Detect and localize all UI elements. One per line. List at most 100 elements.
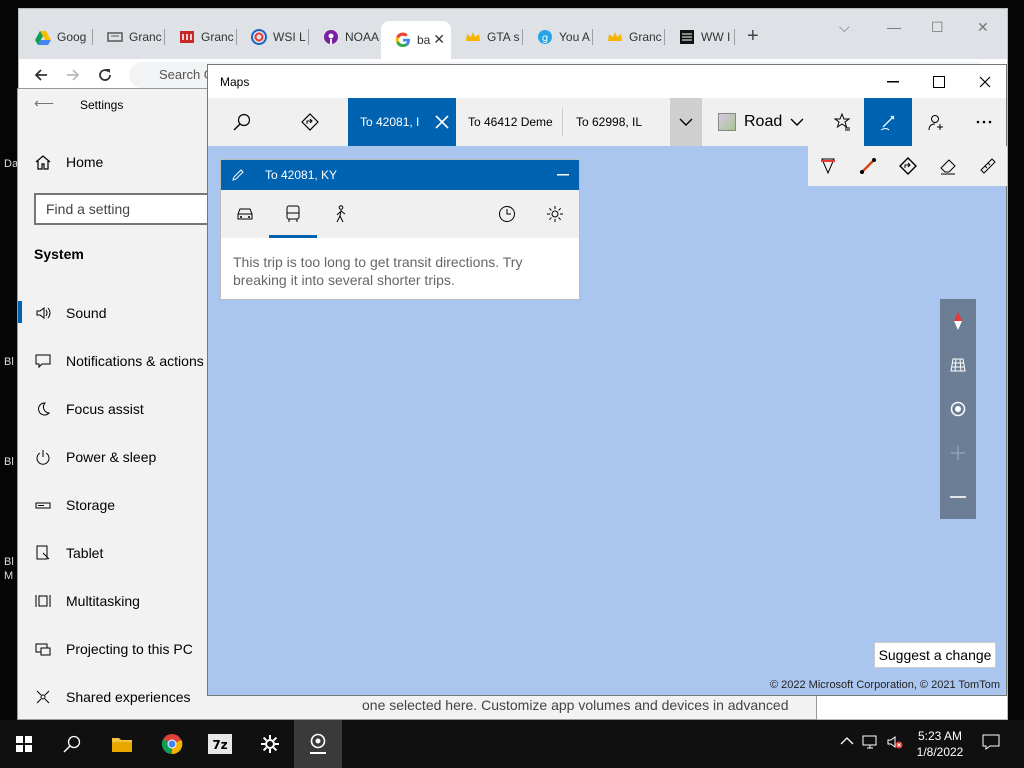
action-center-icon[interactable] [982, 734, 1000, 750]
notification-icon [34, 352, 52, 370]
back-icon[interactable] [29, 63, 53, 87]
browser-tab[interactable]: GTA s [451, 23, 523, 51]
browser-tab[interactable]: WSI L [237, 23, 309, 51]
moon-icon [34, 400, 52, 418]
google-drive-icon [35, 31, 51, 45]
tilt-grid-icon[interactable] [940, 343, 976, 387]
sign-in-icon[interactable] [914, 98, 958, 146]
close-route-icon[interactable] [428, 98, 456, 146]
settings-item-focus-assist[interactable]: Focus assist [34, 395, 144, 423]
ink-directions-icon[interactable] [894, 152, 922, 180]
network-icon[interactable] [862, 734, 880, 750]
minimize-icon[interactable] [878, 72, 908, 92]
item-label: Power & sleep [66, 449, 157, 465]
maximize-icon[interactable] [924, 72, 954, 92]
browser-tab[interactable]: Granc [593, 23, 665, 51]
item-label: Focus assist [66, 401, 144, 417]
locate-me-icon[interactable] [940, 387, 976, 431]
settings-item-power[interactable]: Power & sleep [34, 443, 156, 471]
maximize-icon[interactable]: ☐ [931, 19, 944, 36]
7zip-icon[interactable]: 7z [196, 720, 244, 768]
edit-pencil-icon[interactable] [231, 168, 245, 182]
chrome-icon[interactable] [148, 720, 196, 768]
ruler-icon[interactable] [974, 152, 1002, 180]
close-tab-icon[interactable]: ✕ [433, 31, 445, 48]
ink-pen-icon[interactable] [864, 98, 912, 146]
settings-gear-icon[interactable] [246, 720, 294, 768]
search-icon[interactable] [220, 98, 264, 146]
zoom-out-icon[interactable] [940, 475, 976, 519]
measure-distance-icon[interactable] [854, 152, 882, 180]
section-title: System [34, 246, 84, 262]
browser-tab[interactable]: Goog [21, 23, 93, 51]
settings-item-tablet[interactable]: Tablet [34, 539, 103, 567]
selected-mode-indicator [269, 235, 317, 238]
search-icon[interactable] [48, 720, 96, 768]
tab-label: Granc [629, 30, 662, 44]
gear-icon[interactable] [531, 190, 579, 238]
chevron-down-icon[interactable]: ⌵ [839, 19, 850, 36]
multitasking-icon [34, 592, 52, 610]
settings-item-sound[interactable]: Sound [34, 299, 106, 327]
browser-tab[interactable]: NOAA [309, 23, 381, 51]
settings-item-notifications[interactable]: Notifications & actions [34, 347, 204, 375]
desktop-label: Da [4, 158, 19, 170]
settings-item-storage[interactable]: Storage [34, 491, 115, 519]
close-icon[interactable]: ✕ [977, 19, 989, 36]
crown-icon [608, 32, 622, 41]
item-label: Storage [66, 497, 116, 513]
eraser-icon[interactable] [934, 152, 962, 180]
selection-indicator [18, 301, 22, 323]
settings-title: Settings [80, 98, 124, 112]
forward-icon[interactable] [61, 63, 85, 87]
collapse-icon[interactable] [557, 174, 569, 176]
start-windows-icon[interactable] [0, 720, 48, 768]
car-icon[interactable] [221, 190, 269, 238]
more-options-icon[interactable] [964, 98, 1004, 146]
more-routes-chevron-icon[interactable] [670, 98, 702, 146]
settings-item-projecting[interactable]: Projecting to this PC [34, 635, 193, 663]
settings-item-multitasking[interactable]: Multitasking [34, 587, 140, 615]
travel-mode-bar [221, 190, 579, 238]
map-style-dropdown[interactable]: Road [718, 98, 804, 146]
wsi-icon [251, 29, 267, 45]
browser-tab[interactable]: Granc [165, 23, 237, 51]
item-label: Shared experiences [66, 689, 191, 705]
new-tab-icon[interactable]: + [747, 25, 759, 48]
file-explorer-icon[interactable] [98, 720, 146, 768]
walking-icon[interactable] [317, 190, 365, 238]
ballpoint-pen-icon[interactable] [814, 152, 842, 180]
route-tab-label: To 46412 Deme [468, 115, 553, 129]
clock-icon[interactable] [483, 190, 531, 238]
suggest-change-button[interactable]: Suggest a change [874, 642, 996, 668]
browser-tab-active[interactable]: ba ✕ [381, 21, 451, 59]
item-label: Notifications & actions [66, 353, 204, 369]
compass-icon[interactable] [940, 299, 976, 343]
show-hidden-icons-icon[interactable] [840, 734, 854, 748]
favorites-icon[interactable] [820, 98, 864, 146]
close-icon[interactable] [970, 72, 1000, 92]
route-tab[interactable]: To 62998, IL [564, 98, 668, 146]
transit-bus-icon[interactable] [269, 190, 317, 238]
minimize-icon[interactable]: — [887, 19, 901, 35]
directions-message: This trip is too long to get transit dir… [233, 254, 523, 288]
speaker-icon [34, 304, 52, 322]
back-arrow-icon[interactable]: ⟵ [34, 95, 54, 112]
directions-icon[interactable] [288, 98, 332, 146]
browser-tab[interactable]: WW I [665, 23, 735, 51]
maps-app-icon[interactable] [294, 720, 342, 768]
ink-toolbar [808, 146, 1007, 186]
taskbar-clock[interactable]: 5:23 AM 1/8/2022 [900, 728, 980, 760]
road-map-icon [718, 113, 736, 131]
browser-tab[interactable]: g You A [523, 23, 593, 51]
reload-icon[interactable] [93, 63, 117, 87]
route-tab-label: To 42081, I [360, 115, 420, 129]
shared-icon [34, 688, 52, 706]
zoom-in-icon[interactable] [940, 431, 976, 475]
desktop-label: Bl [4, 456, 14, 468]
item-label: Projecting to this PC [66, 641, 193, 657]
settings-item-shared[interactable]: Shared experiences [34, 683, 191, 711]
route-tab[interactable]: To 46412 Deme [456, 98, 562, 146]
browser-tab[interactable]: Granc [93, 23, 165, 51]
settings-home[interactable]: Home [34, 148, 103, 176]
